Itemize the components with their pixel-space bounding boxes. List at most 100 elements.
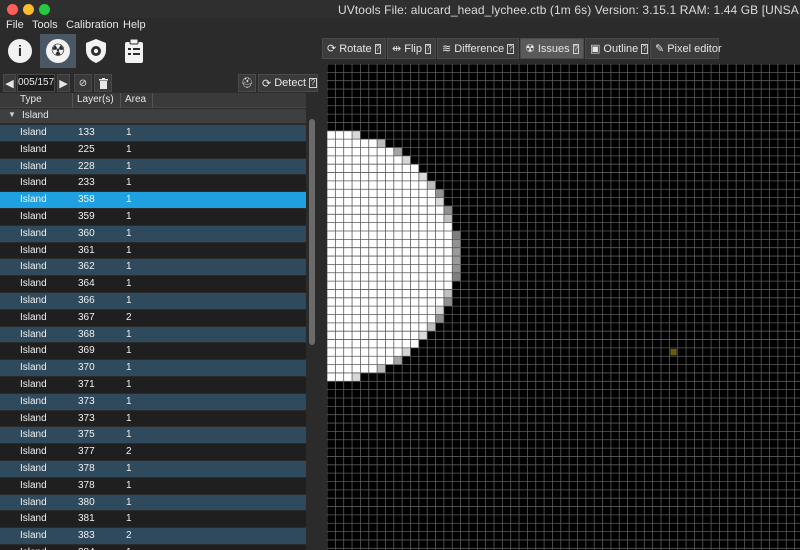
column-header-area[interactable]: Area <box>125 94 146 105</box>
table-row[interactable]: Island 366 1 <box>0 292 306 310</box>
pixel <box>368 239 378 248</box>
table-row[interactable]: Island 358 1 <box>0 192 306 209</box>
pixel <box>343 306 353 315</box>
pixel <box>410 247 419 257</box>
repair-issues-button[interactable]: ⛑ <box>238 74 256 92</box>
info-tab-button[interactable]: i <box>2 34 38 68</box>
table-row[interactable]: Island 375 1 <box>0 427 306 445</box>
table-row[interactable]: Island 362 1 <box>0 259 306 277</box>
tab-issues[interactable]: ☢ Issues ? <box>520 38 584 59</box>
pixel <box>385 281 394 290</box>
pixel <box>443 289 453 298</box>
tab-rotate[interactable]: ⟳ Rotate ? <box>322 38 386 59</box>
table-row[interactable]: Island 371 1 <box>0 376 306 394</box>
ignore-issue-button[interactable]: ⊘ <box>74 74 92 92</box>
collapse-caret-icon[interactable]: ▼ <box>8 110 16 119</box>
tab-pixel-editor[interactable]: ✎ Pixel editor <box>650 38 722 59</box>
panel-splitter[interactable] <box>320 60 327 550</box>
table-row[interactable]: Island 381 1 <box>0 511 306 529</box>
pixel <box>343 364 353 373</box>
tab-flip[interactable]: ⇹ Flip ? <box>387 38 436 59</box>
pixel <box>352 139 361 148</box>
table-row[interactable]: Island 370 1 <box>0 360 306 377</box>
scrollbar-thumb[interactable] <box>309 119 315 345</box>
group-row-island[interactable]: ▼ Island <box>0 109 306 123</box>
pixel <box>327 239 336 248</box>
pixel <box>368 356 378 365</box>
pixel <box>360 289 369 298</box>
remove-issue-button[interactable] <box>94 74 112 92</box>
pixel <box>427 264 436 273</box>
pixel <box>343 231 353 240</box>
pixel <box>360 256 369 265</box>
pixel <box>385 289 394 298</box>
layer-pixel-grid[interactable] <box>327 64 800 550</box>
zoom-window-button[interactable] <box>39 4 50 15</box>
pixel <box>402 306 411 315</box>
detect-issues-button[interactable]: ⟳ Detect ? <box>258 74 318 92</box>
table-row[interactable]: Island 233 1 <box>0 175 306 193</box>
table-row[interactable]: Island 367 2 <box>0 309 306 327</box>
pixel <box>352 331 361 340</box>
table-row[interactable]: Island 360 1 <box>0 225 306 243</box>
pixel <box>377 256 386 265</box>
pixel <box>435 256 444 265</box>
table-row[interactable]: Island 373 1 <box>0 410 306 428</box>
tab-difference[interactable]: ≋ Difference ? <box>437 38 519 59</box>
layer-preview[interactable] <box>327 64 800 550</box>
pixel <box>360 222 369 231</box>
table-row[interactable]: Island 133 1 <box>0 125 306 142</box>
table-row[interactable]: Island 377 2 <box>0 444 306 461</box>
table-row[interactable]: Island 361 1 <box>0 242 306 260</box>
issues-table[interactable]: Type Layer(s) Area ▼ Island Island 133 1 Is… <box>0 93 306 550</box>
table-row[interactable]: Island 225 1 <box>0 141 306 159</box>
table-row[interactable]: Island 228 1 <box>0 158 306 176</box>
tab-outline[interactable]: ▣ Outline ? <box>585 38 649 59</box>
table-row[interactable]: Island 383 2 <box>0 528 306 545</box>
close-window-button[interactable] <box>7 4 18 15</box>
support-tab-button[interactable] <box>78 34 114 68</box>
table-row[interactable]: Island 373 1 <box>0 393 306 411</box>
table-row[interactable]: Island3841 <box>0 544 306 550</box>
pixel <box>427 214 436 223</box>
table-row[interactable]: Island 368 1 <box>0 326 306 344</box>
pixel <box>368 197 378 206</box>
cell-type: Island <box>20 395 47 407</box>
table-scrollbar[interactable] <box>307 93 318 550</box>
pixel <box>402 180 411 190</box>
pixel <box>343 264 353 273</box>
pixel <box>360 180 369 190</box>
island-issue-pixel[interactable] <box>670 348 677 356</box>
table-row[interactable]: Island 378 1 <box>0 477 306 495</box>
pixel <box>427 222 436 231</box>
column-header-type[interactable]: Type <box>20 94 42 105</box>
tab-label: Issues <box>537 42 570 55</box>
table-row[interactable]: Island 359 1 <box>0 208 306 226</box>
table-row[interactable]: Island 369 1 <box>0 343 306 361</box>
pixel <box>327 139 336 148</box>
next-issue-button[interactable]: ▶ <box>57 74 70 92</box>
cell-type: Island <box>20 194 47 206</box>
cell-type: Island <box>20 513 47 525</box>
column-header-layers[interactable]: Layer(s) <box>77 94 114 105</box>
pixel <box>385 164 394 173</box>
column-divider <box>152 93 153 108</box>
pixel <box>352 197 361 206</box>
table-row[interactable]: Island 364 1 <box>0 276 306 293</box>
table-row[interactable]: Island 378 1 <box>0 460 306 478</box>
cell-layer: 375 <box>78 429 95 441</box>
previous-issue-button[interactable]: ◀ <box>3 74 16 92</box>
pixel <box>427 272 436 282</box>
menu-help[interactable]: Help <box>123 19 146 31</box>
pixel <box>402 272 411 282</box>
help-icon: ? <box>572 43 580 54</box>
issues-tab-button[interactable]: ☢ <box>40 34 76 68</box>
pixel <box>335 164 344 173</box>
menu-file[interactable]: File <box>6 19 24 31</box>
cell-type: Island <box>20 328 47 340</box>
log-tab-button[interactable] <box>116 34 152 68</box>
table-row[interactable]: Island 380 1 <box>0 494 306 512</box>
menu-calibration[interactable]: Calibration <box>66 19 119 31</box>
menu-tools[interactable]: Tools <box>32 19 58 31</box>
minimize-window-button[interactable] <box>23 4 34 15</box>
